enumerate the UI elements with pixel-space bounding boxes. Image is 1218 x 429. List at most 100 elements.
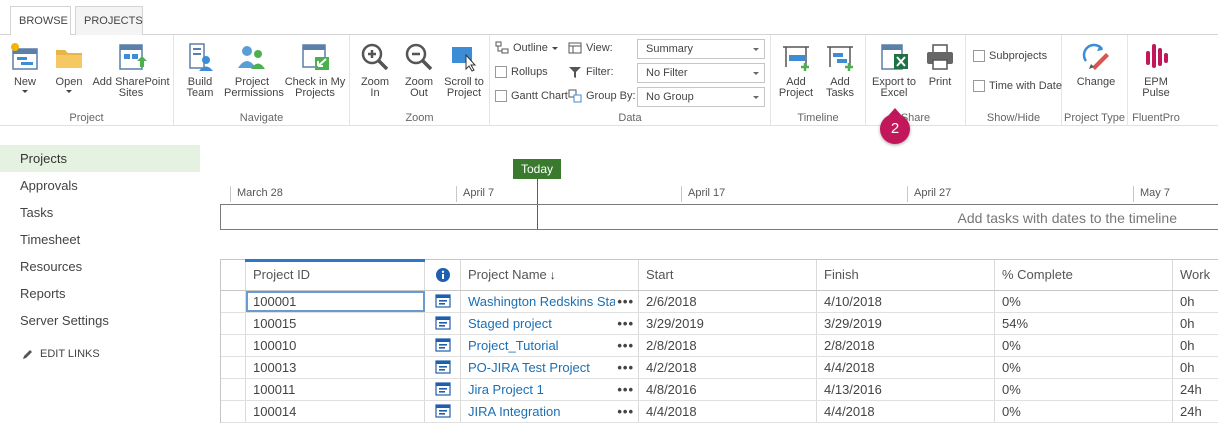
cell-indicator[interactable] [425, 335, 461, 356]
add-tasks-button[interactable]: Add Tasks [821, 41, 859, 99]
more-options-icon[interactable]: ••• [615, 291, 634, 312]
rollups-checkbox[interactable]: Rollups [495, 62, 548, 82]
zoom-in-button[interactable]: Zoom In [358, 41, 392, 99]
add-sharepoint-sites-button[interactable]: Add SharePoint Sites [92, 41, 170, 99]
row-selector[interactable] [221, 401, 246, 422]
cell-work[interactable]: 0h [1173, 335, 1218, 356]
project-name-link[interactable]: Project_Tutorial [468, 338, 559, 353]
cell-project-id[interactable]: 100011 [246, 379, 425, 400]
cell-finish[interactable]: 4/10/2018 [817, 291, 995, 312]
export-to-excel-button[interactable]: Export to Excel [870, 41, 918, 99]
nav-item-resources[interactable]: Resources [0, 253, 200, 280]
cell-finish[interactable]: 4/13/2016 [817, 379, 995, 400]
table-row[interactable]: 100011 Jira Project 1 ••• 4/8/2016 4/13/2016… [221, 379, 1218, 401]
print-button[interactable]: Print [922, 41, 958, 88]
cell-start[interactable]: 2/6/2018 [639, 291, 817, 312]
gantt-chart-checkbox-box[interactable] [495, 90, 507, 102]
cell-project-id[interactable]: 100013 [246, 357, 425, 378]
column-header-work[interactable]: Work [1173, 260, 1218, 290]
zoom-out-button[interactable]: Zoom Out [402, 41, 436, 99]
cell-indicator[interactable] [425, 313, 461, 334]
subprojects-checkbox-box[interactable] [973, 50, 985, 62]
scroll-to-project-button[interactable]: Scroll to Project [442, 41, 486, 99]
row-selector[interactable] [221, 335, 246, 356]
filter-select[interactable]: No Filter [637, 63, 765, 83]
cell-percent-complete[interactable]: 0% [995, 335, 1173, 356]
row-selector[interactable] [221, 357, 246, 378]
change-project-type-button[interactable]: Change [1076, 41, 1116, 88]
cell-finish[interactable]: 4/4/2018 [817, 401, 995, 422]
row-selector-header[interactable] [221, 260, 246, 290]
project-name-link[interactable]: Washington Redskins Start [468, 294, 624, 309]
cell-work[interactable]: 0h [1173, 291, 1218, 312]
cell-percent-complete[interactable]: 0% [995, 357, 1173, 378]
cell-percent-complete[interactable]: 0% [995, 291, 1173, 312]
more-options-icon[interactable]: ••• [615, 357, 634, 378]
tab-projects[interactable]: PROJECTS [75, 6, 143, 36]
cell-work[interactable]: 0h [1173, 357, 1218, 378]
edit-links-button[interactable]: EDIT LINKS [0, 348, 200, 360]
rollups-checkbox-box[interactable] [495, 66, 507, 78]
nav-item-reports[interactable]: Reports [0, 280, 200, 307]
more-options-icon[interactable]: ••• [615, 401, 634, 422]
nav-item-approvals[interactable]: Approvals [0, 172, 200, 199]
more-options-icon[interactable]: ••• [615, 313, 634, 334]
cell-work[interactable]: 24h [1173, 379, 1218, 400]
project-permissions-button[interactable]: Project Permissions [224, 41, 284, 99]
cell-project-id[interactable]: 100015 [246, 313, 425, 334]
project-name-link[interactable]: PO-JIRA Test Project [468, 360, 590, 375]
table-row[interactable]: 100001 Washington Redskins Start ••• 2/6/20… [221, 291, 1218, 313]
cell-start[interactable]: 3/29/2019 [639, 313, 817, 334]
cell-project-id[interactable]: 100010 [246, 335, 425, 356]
gantt-chart-checkbox[interactable]: Gantt Chart [495, 86, 568, 106]
cell-finish[interactable]: 3/29/2019 [817, 313, 995, 334]
cell-project-id[interactable]: 100001 [246, 291, 425, 312]
cell-start[interactable]: 2/8/2018 [639, 335, 817, 356]
cell-percent-complete[interactable]: 0% [995, 401, 1173, 422]
check-in-my-projects-button[interactable]: Check in My Projects [284, 41, 346, 99]
nav-item-projects[interactable]: Projects [0, 145, 200, 172]
more-options-icon[interactable]: ••• [615, 335, 634, 356]
project-name-link[interactable]: JIRA Integration [468, 404, 561, 419]
column-header-start[interactable]: Start [639, 260, 817, 290]
tab-browse[interactable]: BROWSE [10, 6, 71, 36]
project-name-link[interactable]: Jira Project 1 [468, 382, 544, 397]
cell-percent-complete[interactable]: 54% [995, 313, 1173, 334]
table-row[interactable]: 100015 Staged project ••• 3/29/2019 3/29/201… [221, 313, 1218, 335]
column-header-indicators[interactable] [425, 260, 461, 290]
column-header-project-name[interactable]: Project Name ↓ [461, 260, 639, 290]
cell-work[interactable]: 0h [1173, 313, 1218, 334]
table-row[interactable]: 100010 Project_Tutorial ••• 2/8/2018 2/8/201… [221, 335, 1218, 357]
subprojects-checkbox[interactable]: Subprojects [973, 46, 1047, 66]
time-with-date-checkbox[interactable]: Time with Date [973, 76, 1062, 96]
row-selector[interactable] [221, 379, 246, 400]
cell-finish[interactable]: 2/8/2018 [817, 335, 995, 356]
cell-indicator[interactable] [425, 291, 461, 312]
view-select[interactable]: Summary [637, 39, 765, 59]
cell-project-id[interactable]: 100014 [246, 401, 425, 422]
cell-start[interactable]: 4/8/2016 [639, 379, 817, 400]
column-header-project-id[interactable]: Project ID [246, 260, 425, 290]
add-project-button[interactable]: Add Project [777, 41, 815, 99]
open-button[interactable]: Open [52, 41, 86, 93]
more-options-icon[interactable]: ••• [615, 379, 634, 400]
new-button[interactable]: New [8, 41, 42, 93]
nav-item-tasks[interactable]: Tasks [0, 199, 200, 226]
nav-item-timesheet[interactable]: Timesheet [0, 226, 200, 253]
column-header-finish[interactable]: Finish [817, 260, 995, 290]
cell-indicator[interactable] [425, 379, 461, 400]
cell-start[interactable]: 4/2/2018 [639, 357, 817, 378]
epm-pulse-button[interactable]: EPM Pulse [1138, 41, 1174, 99]
build-team-button[interactable]: Build Team [182, 41, 218, 99]
cell-work[interactable]: 24h [1173, 401, 1218, 422]
cell-start[interactable]: 4/4/2018 [639, 401, 817, 422]
outline-button[interactable]: Outline [495, 38, 558, 58]
nav-item-server-settings[interactable]: Server Settings [0, 307, 200, 334]
cell-finish[interactable]: 4/4/2018 [817, 357, 995, 378]
group-by-select[interactable]: No Group [637, 87, 765, 107]
project-name-link[interactable]: Staged project [468, 316, 552, 331]
cell-indicator[interactable] [425, 401, 461, 422]
table-row[interactable]: 100013 PO-JIRA Test Project ••• 4/2/2018 4/4… [221, 357, 1218, 379]
time-with-date-checkbox-box[interactable] [973, 80, 985, 92]
row-selector[interactable] [221, 291, 246, 312]
